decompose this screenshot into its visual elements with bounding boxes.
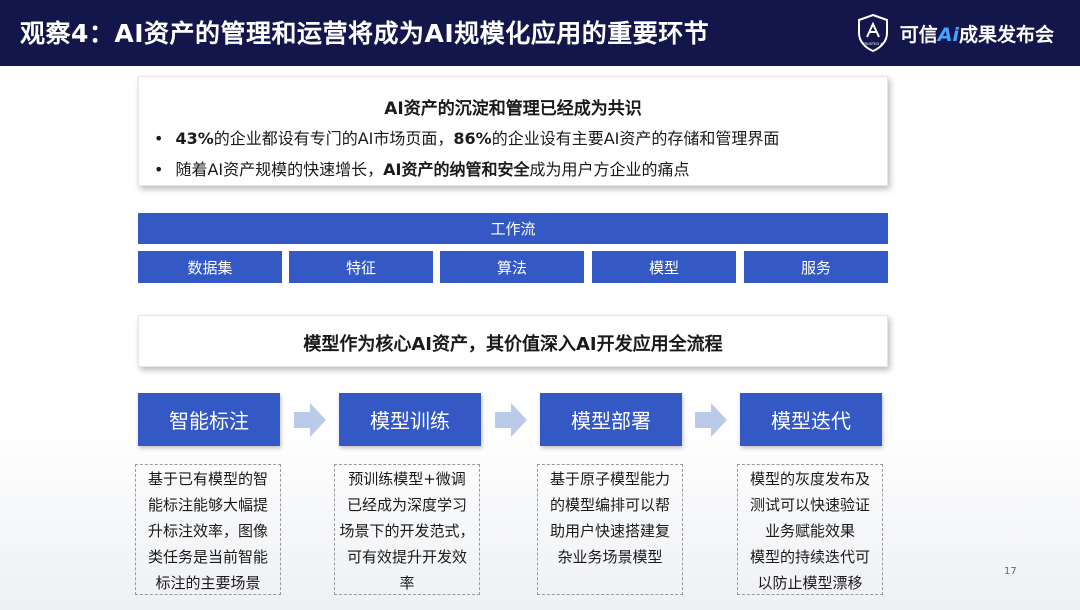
desc-line: 场景下的开发范式， xyxy=(339,522,475,540)
desc-line: 的模型编排可以帮 xyxy=(549,496,670,514)
brand-prefix: 可信 xyxy=(899,23,938,46)
brand-logo: TRUSTED AI 可信Ai成果发布会 xyxy=(856,13,1054,53)
desc-line: 能标注能够大幅提 xyxy=(147,496,268,514)
workflow-item-model: 模型 xyxy=(592,251,736,283)
brand-suffix: 成果发布会 xyxy=(958,23,1054,46)
stat-43: 43% xyxy=(175,129,214,148)
bullet-dot: • xyxy=(154,160,164,179)
desc-line: 升标注效率，图像 xyxy=(147,522,268,540)
bullet-text: 随着AI资产规模的快速增长， xyxy=(175,160,384,179)
stat-86: 86% xyxy=(453,129,492,148)
page-number: 17 xyxy=(1004,566,1017,577)
bullet-dot: • xyxy=(154,129,164,148)
trusted-ai-shield-icon: TRUSTED AI xyxy=(857,13,888,53)
core-asset-card: 模型作为核心AI资产，其价值深入AI开发应用全流程 xyxy=(138,315,888,367)
desc-line: 基于原子模型能力 xyxy=(549,470,670,488)
step-description-annotation: 基于已有模型的智 能标注能够大幅提 升标注效率，图像 类任务是当前智能 标注的主… xyxy=(135,464,281,595)
step-description-iteration: 模型的灰度发布及 测试可以快速验证 业务赋能效果 模型的持续迭代可 以防止模型漂… xyxy=(737,464,883,595)
slide-header: 观察4：AI资产的管理和运营将成为AI规模化应用的重要环节 TRUSTED AI… xyxy=(0,0,1080,66)
step-smart-annotation: 智能标注 xyxy=(138,393,280,446)
consensus-card: AI资产的沉淀和管理已经成为共识 • 43%的企业都设有专门的AI市场页面，86%… xyxy=(138,76,888,186)
step-model-iteration: 模型迭代 xyxy=(740,393,882,446)
desc-line: 可有效提升开发效 xyxy=(346,548,467,566)
desc-line: 标注的主要场景 xyxy=(155,574,261,592)
right-arrow-icon xyxy=(495,403,527,437)
desc-line: 基于已有模型的智 xyxy=(147,470,268,488)
workflow-item-dataset: 数据集 xyxy=(138,251,282,283)
desc-line: 助用户快速搭建复 xyxy=(549,522,670,540)
core-asset-title: 模型作为核心AI资产，其价值深入AI开发应用全流程 xyxy=(303,334,723,355)
consensus-title: AI资产的沉淀和管理已经成为共识 xyxy=(384,99,642,119)
desc-line: 测试可以快速验证 xyxy=(749,496,870,514)
desc-line: 预训练模型+微调 xyxy=(348,470,466,488)
desc-line: 已经成为深度学习 xyxy=(346,496,467,514)
bullet-text: 的企业都设有专门的AI市场页面， xyxy=(213,129,454,148)
step-description-training: 预训练模型+微调 已经成为深度学习 场景下的开发范式， 可有效提升开发效 率 xyxy=(334,464,480,595)
step-model-deployment: 模型部署 xyxy=(540,393,682,446)
desc-line: 模型的灰度发布及 xyxy=(749,470,870,488)
desc-line: 业务赋能效果 xyxy=(764,522,855,540)
workflow-item-service: 服务 xyxy=(744,251,888,283)
bullet-text: 成为用户方企业的痛点 xyxy=(529,160,690,179)
workflow-bar: 工作流 xyxy=(138,213,888,244)
right-arrow-icon xyxy=(294,403,326,437)
slide-title: 观察4：AI资产的管理和运营将成为AI规模化应用的重要环节 xyxy=(20,19,710,48)
desc-line: 杂业务场景模型 xyxy=(557,548,663,566)
bullet-item: • 随着AI资产规模的快速增长，AI资产的纳管和安全成为用户方企业的痛点 xyxy=(154,156,689,180)
workflow-item-feature: 特征 xyxy=(289,251,433,283)
step-description-deployment: 基于原子模型能力 的模型编排可以帮 助用户快速搭建复 杂业务场景模型 xyxy=(537,464,683,595)
desc-line: 类任务是当前智能 xyxy=(147,548,268,566)
desc-line: 率 xyxy=(399,574,415,592)
brand-text: 可信Ai成果发布会 xyxy=(900,20,1054,47)
logo-text: TRUSTED AI xyxy=(861,42,884,46)
desc-line: 模型的持续迭代可 xyxy=(749,548,870,566)
bullet-text: 的企业设有主要AI资产的存储和管理界面 xyxy=(491,129,780,148)
bullet-emphasis: AI资产的纳管和安全 xyxy=(383,160,530,179)
brand-ai: Ai xyxy=(937,23,959,46)
bullet-item: • 43%的企业都设有专门的AI市场页面，86%的企业设有主要AI资产的存储和管理… xyxy=(154,125,779,149)
right-arrow-icon xyxy=(695,403,727,437)
desc-line: 以防止模型漂移 xyxy=(757,574,863,592)
step-model-training: 模型训练 xyxy=(339,393,481,446)
workflow-item-algorithm: 算法 xyxy=(440,251,584,283)
